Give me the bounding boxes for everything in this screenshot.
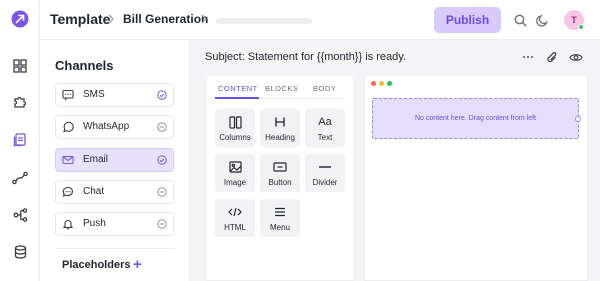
workflow-icon[interactable] — [11, 169, 29, 187]
hierarchy-icon[interactable] — [11, 206, 29, 224]
tab-content[interactable]: CONTENT — [218, 84, 258, 93]
top-header: Template Bill Generation Publish T — [40, 0, 600, 40]
side-rail — [0, 0, 40, 281]
block-label: Columns — [219, 133, 251, 142]
grid-icon[interactable] — [11, 57, 29, 75]
divider — [55, 248, 175, 249]
block-html[interactable]: HTML — [215, 199, 255, 237]
block-label: Button — [268, 178, 292, 187]
moon-icon[interactable] — [534, 12, 550, 28]
channel-label: Email — [83, 154, 109, 165]
minus-circle-icon — [157, 187, 167, 197]
image-icon — [227, 159, 243, 175]
chevron-right-icon — [200, 13, 208, 27]
content-blocks-panel: CONTENT BLOCKS BODY Columns Heading Aa T… — [205, 74, 355, 281]
code-icon — [227, 204, 243, 220]
minus-circle-icon — [157, 219, 167, 229]
drop-zone-handle[interactable] — [575, 116, 581, 122]
window-dot-red — [371, 81, 376, 86]
channel-item-sms[interactable]: SMS — [55, 83, 174, 107]
whatsapp-icon — [62, 121, 74, 133]
active-tab-indicator — [215, 97, 259, 99]
block-label: HTML — [224, 223, 246, 232]
breadcrumb-current[interactable]: Bill Generation — [123, 12, 208, 26]
block-columns[interactable]: Columns — [215, 109, 255, 147]
block-divider[interactable]: Divider — [305, 154, 345, 192]
more-options-icon[interactable] — [521, 50, 535, 64]
breadcrumb-root[interactable]: Template — [50, 11, 110, 27]
block-label: Text — [317, 133, 333, 142]
bell-icon — [62, 218, 74, 230]
text-icon: Aa — [318, 116, 332, 128]
block-button[interactable]: Button — [260, 154, 300, 192]
minus-circle-icon — [157, 122, 167, 132]
chevron-right-icon — [107, 13, 115, 27]
drop-zone-message: No content here. Drag content from left — [414, 115, 536, 122]
online-status-dot — [578, 24, 584, 30]
block-label: Heading — [265, 133, 295, 142]
breadcrumb-placeholder — [216, 18, 312, 24]
divider-icon — [317, 159, 333, 175]
channel-label: SMS — [83, 89, 105, 100]
channels-title: Channels — [55, 58, 114, 73]
window-dot-yellow — [379, 81, 384, 86]
email-subject[interactable]: Subject: Statement for {{month}} is read… — [205, 51, 406, 63]
window-dot-green — [387, 81, 392, 86]
block-label: Divider — [312, 178, 338, 187]
heading-icon — [272, 114, 288, 130]
check-circle-icon — [157, 155, 167, 165]
logo-icon[interactable] — [11, 10, 29, 28]
add-placeholder-button[interactable]: + — [133, 256, 142, 273]
channel-label: WhatsApp — [83, 121, 130, 132]
tab-blocks[interactable]: BLOCKS — [265, 84, 298, 93]
channels-panel: Channels SMS WhatsApp Email Chat Push Pl… — [40, 40, 190, 281]
publish-button[interactable]: Publish — [434, 7, 501, 33]
channel-item-chat[interactable]: Chat — [55, 180, 174, 204]
search-icon[interactable] — [512, 12, 528, 28]
preview-eye-icon[interactable] — [569, 50, 583, 64]
block-label: Menu — [269, 223, 290, 232]
attachment-icon[interactable] — [545, 50, 559, 64]
channel-item-whatsapp[interactable]: WhatsApp — [55, 115, 174, 139]
block-label: Image — [223, 178, 247, 187]
button-icon — [272, 159, 288, 175]
channel-label: Push — [83, 218, 106, 229]
tab-body[interactable]: BODY — [313, 84, 336, 93]
block-text[interactable]: Aa Text — [305, 109, 345, 147]
puzzle-icon[interactable] — [11, 93, 29, 111]
channel-label: Chat — [83, 186, 105, 197]
sms-icon — [62, 89, 74, 101]
block-image[interactable]: Image — [215, 154, 255, 192]
drop-zone[interactable]: No content here. Drag content from left — [372, 98, 579, 139]
email-icon — [62, 154, 74, 166]
block-heading[interactable]: Heading — [260, 109, 300, 147]
channel-item-push[interactable]: Push — [55, 212, 174, 236]
check-circle-icon — [157, 90, 167, 100]
block-menu[interactable]: Menu — [260, 199, 300, 237]
channel-item-email[interactable]: Email — [55, 148, 174, 172]
menu-icon — [272, 204, 288, 220]
email-canvas: No content here. Drag content from left — [364, 74, 588, 281]
placeholders-title: Placeholders — [62, 259, 131, 271]
chat-icon — [62, 186, 74, 198]
database-icon[interactable] — [11, 243, 29, 261]
columns-icon — [227, 114, 243, 130]
templates-icon[interactable] — [11, 131, 29, 149]
